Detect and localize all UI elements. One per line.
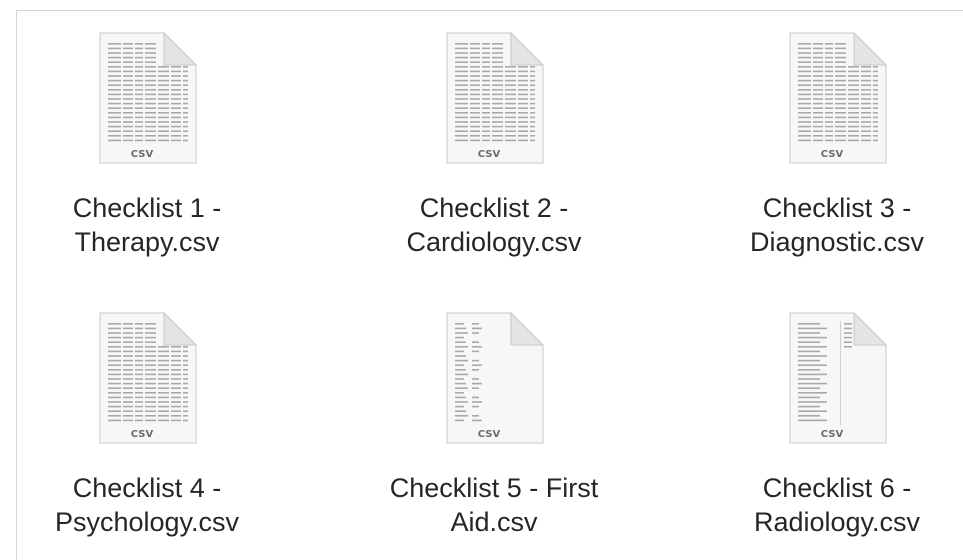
file-name-label: Checklist 1 - Therapy.csv	[72, 193, 222, 257]
file-item[interactable]: CSV Checklist 2 - Cardiology.csv	[374, 29, 614, 259]
file-extension-badge: CSV	[821, 149, 844, 160]
file-name-label: Checklist 4 - Psychology.csv	[54, 473, 240, 537]
file-name-label: Checklist 6 - Radiology.csv	[753, 473, 921, 537]
finder-icon-view: CSV Checklist 1 - Therapy.csv CSV Checkl…	[16, 10, 963, 560]
file-extension-badge: CSV	[821, 429, 844, 440]
document-fold	[163, 31, 198, 66]
file-item[interactable]: CSV Checklist 6 - Radiology.csv	[717, 309, 957, 539]
csv-document-icon: CSV	[446, 311, 545, 444]
document-fold	[853, 311, 888, 346]
file-name-label: Checklist 3 - Diagnostic.csv	[749, 193, 925, 257]
file-name-label: Checklist 2 - Cardiology.csv	[406, 193, 582, 257]
document-fold	[853, 31, 888, 66]
file-item[interactable]: CSV Checklist 5 - First Aid.csv	[374, 309, 614, 539]
document-fold	[510, 311, 545, 346]
file-extension-badge: CSV	[478, 149, 501, 160]
file-item[interactable]: CSV Checklist 1 - Therapy.csv	[27, 29, 267, 259]
csv-document-icon: CSV	[789, 31, 888, 164]
file-extension-badge: CSV	[131, 149, 154, 160]
csv-document-icon: CSV	[446, 31, 545, 164]
file-extension-badge: CSV	[131, 429, 154, 440]
file-item[interactable]: CSV Checklist 3 - Diagnostic.csv	[717, 29, 957, 259]
document-fold	[163, 311, 198, 346]
csv-document-icon: CSV	[99, 31, 198, 164]
file-name-label: Checklist 5 - First Aid.csv	[389, 473, 599, 537]
file-item[interactable]: CSV Checklist 4 - Psychology.csv	[27, 309, 267, 539]
csv-document-icon: CSV	[99, 311, 198, 444]
file-extension-badge: CSV	[478, 429, 501, 440]
csv-document-icon: CSV	[789, 311, 888, 444]
document-fold	[510, 31, 545, 66]
